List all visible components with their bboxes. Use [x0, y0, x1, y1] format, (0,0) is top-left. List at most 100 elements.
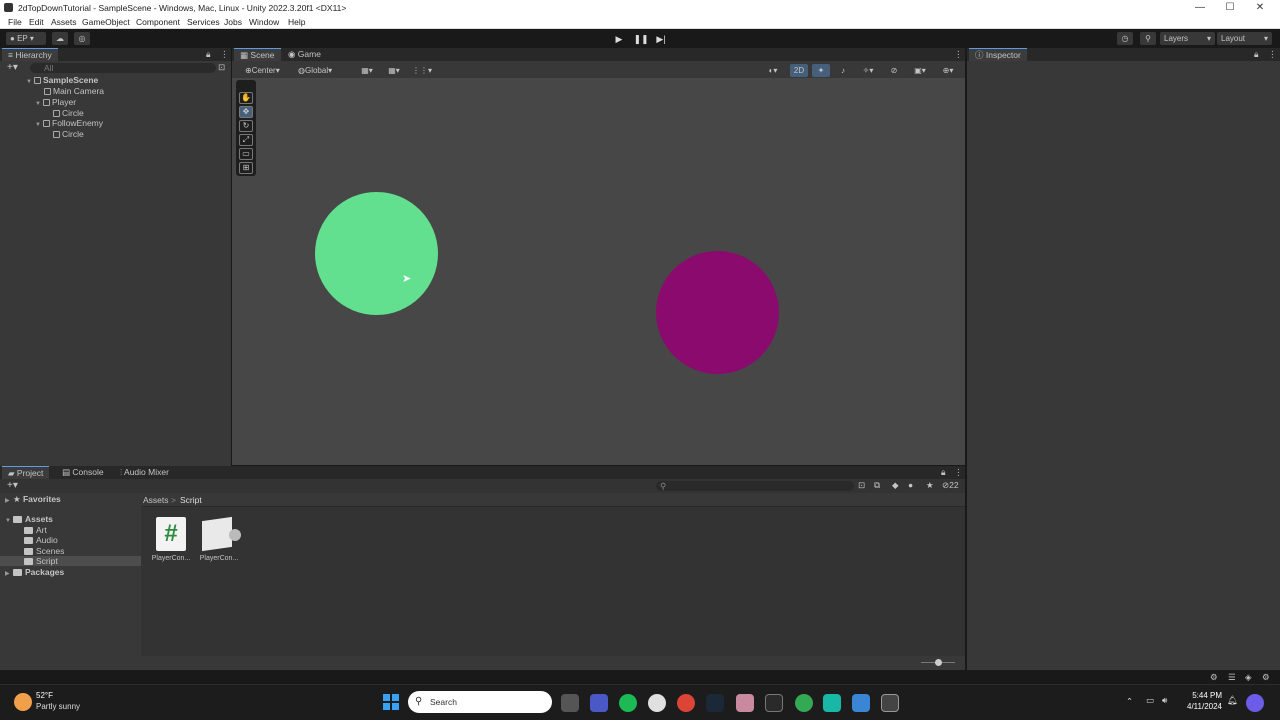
- notepad-icon[interactable]: [852, 694, 870, 712]
- list-item[interactable]: Circle: [53, 129, 84, 139]
- breadcrumb-script[interactable]: Script: [180, 495, 202, 505]
- 2d-toggle[interactable]: 2D: [790, 64, 808, 77]
- lock-icon[interactable]: 🔒︎: [1254, 49, 1259, 60]
- zoom-slider-handle[interactable]: [935, 659, 942, 666]
- unity-hub-icon[interactable]: [765, 694, 783, 712]
- effects-icon[interactable]: ✧▾: [856, 64, 880, 77]
- breadcrumb-assets[interactable]: Assets: [143, 495, 169, 505]
- hidden-objects-icon[interactable]: ⊘: [884, 64, 904, 77]
- play-button[interactable]: ▶: [609, 32, 629, 46]
- tag-icon[interactable]: ◆: [892, 480, 899, 491]
- tab-console[interactable]: ▤ Console: [56, 466, 110, 479]
- chrome-profile-icon[interactable]: [677, 694, 695, 712]
- bell-icon[interactable]: 🔔︎: [1227, 695, 1238, 706]
- kebab-menu-icon[interactable]: ⋮: [954, 467, 963, 478]
- tree-item-folder[interactable]: Scenes: [24, 546, 64, 556]
- player-circle[interactable]: [315, 192, 438, 315]
- asset-tile[interactable]: PlayerCon...: [199, 516, 245, 566]
- audio-icon[interactable]: ♪: [834, 64, 852, 77]
- transform-tool-icon[interactable]: ⊞: [239, 162, 253, 174]
- menu-help[interactable]: Help: [288, 17, 305, 27]
- tree-item-favorites[interactable]: ▶ ★ Favorites: [5, 494, 61, 504]
- chrome-alt-icon[interactable]: [795, 694, 813, 712]
- cloud-icon[interactable]: ☁: [52, 32, 68, 45]
- pause-button[interactable]: ❚❚: [631, 32, 651, 46]
- kebab-menu-icon[interactable]: ⋮: [220, 49, 229, 60]
- menu-assets[interactable]: Assets: [51, 17, 77, 27]
- chrome-icon[interactable]: [648, 694, 666, 712]
- grid-visibility-button[interactable]: ▦▾: [382, 64, 406, 77]
- tree-item-folder[interactable]: Art: [24, 525, 47, 535]
- list-item[interactable]: ▼ FollowEnemy: [35, 118, 103, 128]
- menu-services[interactable]: Services: [187, 17, 220, 27]
- tab-hierarchy[interactable]: ≡ Hierarchy: [2, 48, 58, 61]
- rect-tool-icon[interactable]: ▭: [239, 148, 253, 160]
- layers-dropdown[interactable]: Layers ▾: [1160, 32, 1215, 45]
- tab-game[interactable]: ◉ Game: [282, 48, 327, 61]
- collab-icon[interactable]: ◎: [74, 32, 90, 45]
- scene-view[interactable]: ➤: [232, 78, 965, 465]
- android-studio-icon[interactable]: [823, 694, 841, 712]
- search-by-label-icon[interactable]: ⧉: [874, 480, 880, 491]
- lock-icon[interactable]: 🔒︎: [206, 49, 211, 60]
- steam-icon[interactable]: [706, 694, 724, 712]
- kebab-menu-icon[interactable]: ⋮: [1268, 49, 1277, 60]
- search-options-icon[interactable]: ⊡: [218, 62, 225, 73]
- hidden-count[interactable]: ⊘22: [942, 480, 959, 491]
- search-icon[interactable]: ⚲: [1140, 32, 1156, 45]
- lighting-icon[interactable]: ✦: [812, 64, 830, 77]
- account-button[interactable]: ● EP ▾: [6, 32, 46, 45]
- close-button[interactable]: ✕: [1245, 0, 1275, 15]
- move-tool-icon[interactable]: ✥: [239, 106, 253, 118]
- chevron-up-icon[interactable]: ⌃: [1126, 696, 1133, 707]
- spotify-icon[interactable]: [619, 694, 637, 712]
- network-icon[interactable]: ▭: [1146, 695, 1154, 706]
- favorite-icon[interactable]: ★: [926, 480, 934, 491]
- menu-component[interactable]: Component: [136, 17, 180, 27]
- camera-icon[interactable]: ▣▾: [908, 64, 932, 77]
- task-view-icon[interactable]: [561, 694, 579, 712]
- list-item[interactable]: Circle: [53, 108, 84, 118]
- pivot-dropdown[interactable]: ⊕Center▾: [242, 64, 290, 77]
- maximize-button[interactable]: ☐: [1215, 0, 1245, 15]
- tab-scene[interactable]: ▦ Scene: [234, 48, 281, 61]
- game-app-icon[interactable]: [736, 694, 754, 712]
- clock-date[interactable]: 4/11/2024: [1182, 702, 1222, 711]
- increment-snap-button[interactable]: ⋮⋮▾: [410, 64, 434, 77]
- search-by-type-icon[interactable]: ⊡: [858, 480, 865, 491]
- menu-window[interactable]: Window: [249, 17, 279, 27]
- tree-item-assets[interactable]: ▼ Assets: [5, 514, 53, 524]
- windows-start-icon[interactable]: [383, 694, 399, 710]
- list-item-scene[interactable]: ▼ SampleScene: [26, 75, 231, 85]
- tab-inspector[interactable]: ⓘ Inspector: [969, 48, 1027, 61]
- taskbar-search[interactable]: ⚲ Search: [408, 691, 552, 713]
- draw-mode-button[interactable]: ◐▾: [762, 64, 784, 77]
- project-search-input[interactable]: ⚲: [656, 481, 854, 491]
- debug-icon[interactable]: ⚙: [1210, 672, 1218, 683]
- stack-icon[interactable]: ☰: [1228, 672, 1236, 683]
- settings-icon[interactable]: ⚙: [1262, 672, 1270, 683]
- unity-editor-icon[interactable]: [881, 694, 899, 712]
- scale-tool-icon[interactable]: ⤢: [239, 134, 253, 146]
- info-icon[interactable]: ●: [908, 480, 913, 490]
- menu-jobs[interactable]: Jobs: [224, 17, 242, 27]
- kebab-menu-icon[interactable]: ⋮: [954, 49, 963, 60]
- tree-item-packages[interactable]: ▶ Packages: [5, 567, 64, 577]
- tree-item-folder[interactable]: Audio: [24, 535, 58, 545]
- add-icon[interactable]: +▾: [7, 62, 18, 73]
- tab-project[interactable]: ▰ Project: [2, 466, 50, 479]
- minimize-button[interactable]: —: [1185, 0, 1215, 15]
- volume-icon[interactable]: 🔊︎: [1162, 695, 1167, 706]
- enemy-circle[interactable]: [656, 251, 779, 374]
- clock-time[interactable]: 5:44 PM: [1186, 691, 1222, 700]
- menu-file[interactable]: File: [8, 17, 22, 27]
- gizmos-icon[interactable]: ⊕▾: [936, 64, 960, 77]
- list-item[interactable]: ▼ Player: [35, 97, 76, 107]
- progress-icon[interactable]: ◈: [1245, 672, 1252, 683]
- layout-dropdown[interactable]: Layout ▾: [1217, 32, 1272, 45]
- step-button[interactable]: ▶|: [651, 32, 671, 46]
- weather-icon[interactable]: [14, 693, 32, 711]
- tab-audio-mixer[interactable]: ⫶ Audio Mixer: [114, 466, 175, 479]
- asset-tile[interactable]: # PlayerCon...: [150, 516, 190, 566]
- menu-gameobject[interactable]: GameObject: [82, 17, 130, 27]
